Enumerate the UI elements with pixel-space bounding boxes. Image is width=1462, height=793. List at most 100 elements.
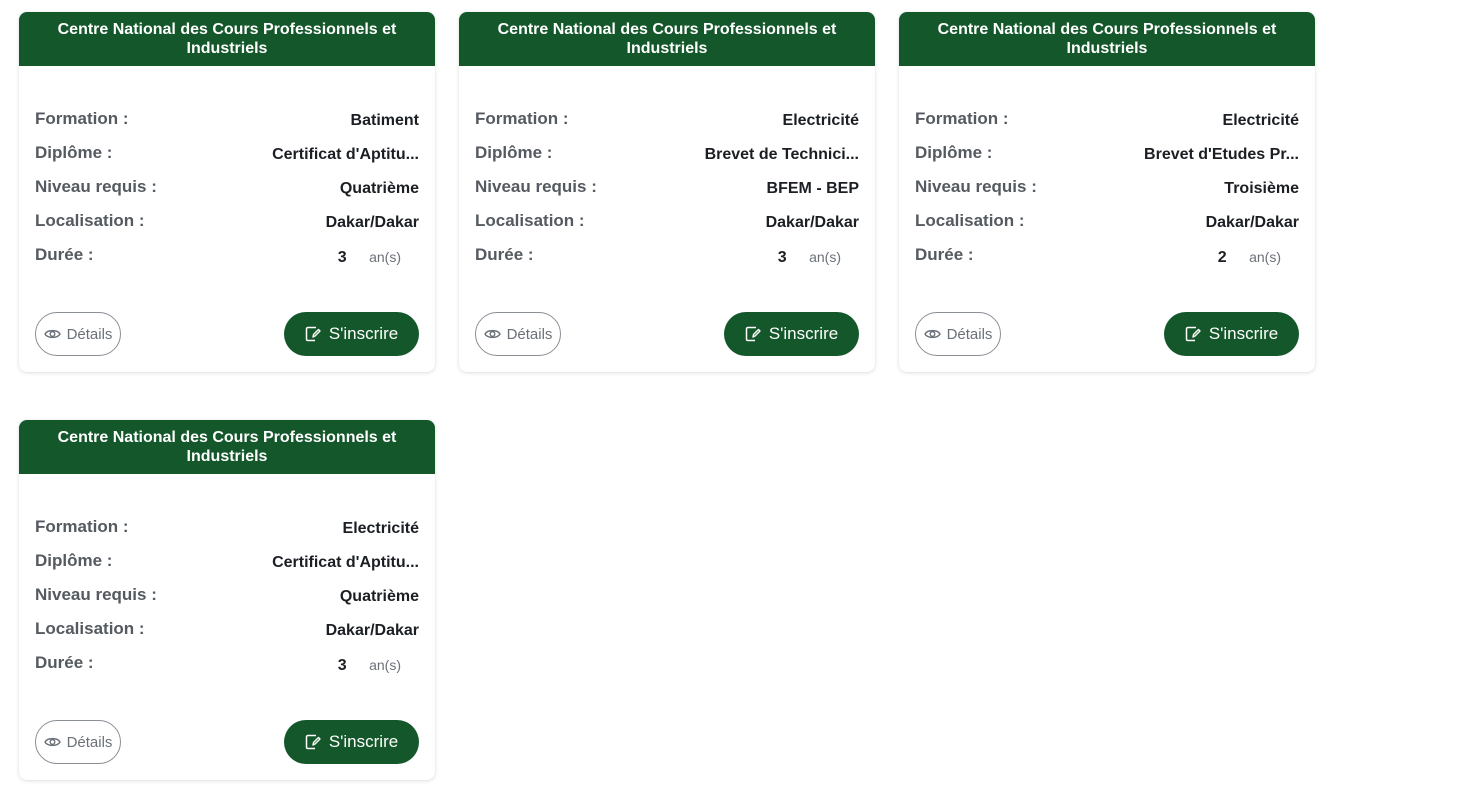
details-button[interactable]: Détails	[475, 312, 561, 356]
duree-label: Durée :	[475, 245, 534, 264]
card-title: Centre National des Cours Professionnels…	[899, 12, 1315, 66]
card-title: Centre National des Cours Professionnels…	[459, 12, 875, 66]
formation-row: Formation : Electricité	[35, 516, 419, 550]
duree-value-group: 2 an(s)	[1218, 246, 1281, 269]
duree-value: 3	[777, 249, 787, 266]
duree-row: Durée : 2 an(s)	[915, 244, 1299, 278]
duree-value: 3	[337, 657, 347, 674]
duree-label: Durée :	[915, 245, 974, 264]
formation-label: Formation :	[35, 109, 129, 128]
formation-label: Formation :	[915, 109, 1009, 128]
edit-icon	[305, 734, 321, 750]
localisation-row: Localisation : Dakar/Dakar	[475, 210, 859, 244]
localisation-value: Dakar/Dakar	[325, 622, 419, 639]
formation-card: Centre National des Cours Professionnels…	[19, 420, 435, 780]
diplome-row: Diplôme : Brevet d'Etudes Pr...	[915, 142, 1299, 176]
diplome-label: Diplôme :	[475, 143, 553, 162]
inscrire-label: S'inscrire	[328, 324, 399, 343]
formation-card: Centre National des Cours Professionnels…	[459, 12, 875, 372]
inscrire-button[interactable]: S'inscrire	[284, 312, 419, 356]
card-title: Centre National des Cours Professionnels…	[19, 420, 435, 474]
diplome-value: Brevet de Technici...	[704, 146, 859, 163]
duree-unit: an(s)	[369, 657, 401, 673]
localisation-row: Localisation : Dakar/Dakar	[35, 210, 419, 244]
details-button[interactable]: Détails	[35, 720, 121, 764]
niveau-value: Quatrième	[339, 180, 419, 197]
diplome-value: Certificat d'Aptitu...	[272, 554, 419, 571]
diplome-row: Diplôme : Certificat d'Aptitu...	[35, 142, 419, 176]
formation-value: Electricité	[782, 112, 859, 129]
localisation-label: Localisation :	[35, 211, 145, 230]
duree-row: Durée : 3 an(s)	[475, 244, 859, 278]
edit-icon	[305, 326, 321, 342]
localisation-label: Localisation :	[475, 211, 585, 230]
duree-value-group: 3 an(s)	[338, 246, 401, 269]
formation-row: Formation : Batiment	[35, 108, 419, 142]
niveau-label: Niveau requis :	[475, 177, 597, 196]
localisation-value: Dakar/Dakar	[765, 214, 859, 231]
duree-unit: an(s)	[369, 249, 401, 265]
duree-value-group: 3 an(s)	[338, 654, 401, 677]
localisation-label: Localisation :	[35, 619, 145, 638]
niveau-value: Troisième	[1224, 180, 1299, 197]
niveau-row: Niveau requis : Troisième	[915, 176, 1299, 210]
diplome-value: Brevet d'Etudes Pr...	[1144, 146, 1299, 163]
formation-card: Centre National des Cours Professionnels…	[19, 12, 435, 372]
card-details: Formation : Electricité Diplôme : Brevet…	[475, 108, 859, 278]
duree-unit: an(s)	[1249, 249, 1281, 265]
diplome-value: Certificat d'Aptitu...	[272, 146, 419, 163]
diplome-label: Diplôme :	[915, 143, 993, 162]
localisation-value: Dakar/Dakar	[1205, 214, 1299, 231]
localisation-row: Localisation : Dakar/Dakar	[915, 210, 1299, 244]
card-title: Centre National des Cours Professionnels…	[19, 12, 435, 66]
niveau-row: Niveau requis : BFEM - BEP	[475, 176, 859, 210]
duree-value-group: 3 an(s)	[778, 246, 841, 269]
diplome-label: Diplôme :	[35, 143, 113, 162]
details-label: Détails	[66, 325, 113, 343]
niveau-value: BFEM - BEP	[766, 180, 859, 197]
details-label: Détails	[946, 325, 993, 343]
duree-unit: an(s)	[809, 249, 841, 265]
duree-label: Durée :	[35, 653, 94, 672]
formation-value: Batiment	[350, 112, 419, 129]
inscrire-label: S'inscrire	[1208, 324, 1279, 343]
diplome-row: Diplôme : Brevet de Technici...	[475, 142, 859, 176]
inscrire-button[interactable]: S'inscrire	[724, 312, 859, 356]
formation-label: Formation :	[475, 109, 569, 128]
formation-value: Electricité	[1222, 112, 1299, 129]
inscrire-button[interactable]: S'inscrire	[284, 720, 419, 764]
niveau-label: Niveau requis :	[915, 177, 1037, 196]
diplome-row: Diplôme : Certificat d'Aptitu...	[35, 550, 419, 584]
duree-row: Durée : 3 an(s)	[35, 244, 419, 278]
duree-value: 2	[1217, 249, 1227, 266]
details-label: Détails	[506, 325, 553, 343]
eye-icon	[923, 328, 941, 340]
edit-icon	[1185, 326, 1201, 342]
card-details: Formation : Electricité Diplôme : Certif…	[35, 516, 419, 686]
inscrire-label: S'inscrire	[328, 732, 399, 751]
formation-label: Formation :	[35, 517, 129, 536]
niveau-label: Niveau requis :	[35, 177, 157, 196]
duree-row: Durée : 3 an(s)	[35, 652, 419, 686]
formation-row: Formation : Electricité	[475, 108, 859, 142]
formation-value: Electricité	[342, 520, 419, 537]
niveau-row: Niveau requis : Quatrième	[35, 176, 419, 210]
eye-icon	[43, 736, 61, 748]
eye-icon	[43, 328, 61, 340]
niveau-row: Niveau requis : Quatrième	[35, 584, 419, 618]
formation-row: Formation : Electricité	[915, 108, 1299, 142]
details-button[interactable]: Détails	[915, 312, 1001, 356]
localisation-value: Dakar/Dakar	[325, 214, 419, 231]
diplome-label: Diplôme :	[35, 551, 113, 570]
inscrire-button[interactable]: S'inscrire	[1164, 312, 1299, 356]
inscrire-label: S'inscrire	[768, 324, 839, 343]
card-details: Formation : Batiment Diplôme : Certifica…	[35, 108, 419, 278]
details-button[interactable]: Détails	[35, 312, 121, 356]
details-label: Détails	[66, 733, 113, 751]
eye-icon	[483, 328, 501, 340]
formation-card: Centre National des Cours Professionnels…	[899, 12, 1315, 372]
duree-label: Durée :	[35, 245, 94, 264]
edit-icon	[745, 326, 761, 342]
localisation-label: Localisation :	[915, 211, 1025, 230]
niveau-value: Quatrième	[339, 588, 419, 605]
